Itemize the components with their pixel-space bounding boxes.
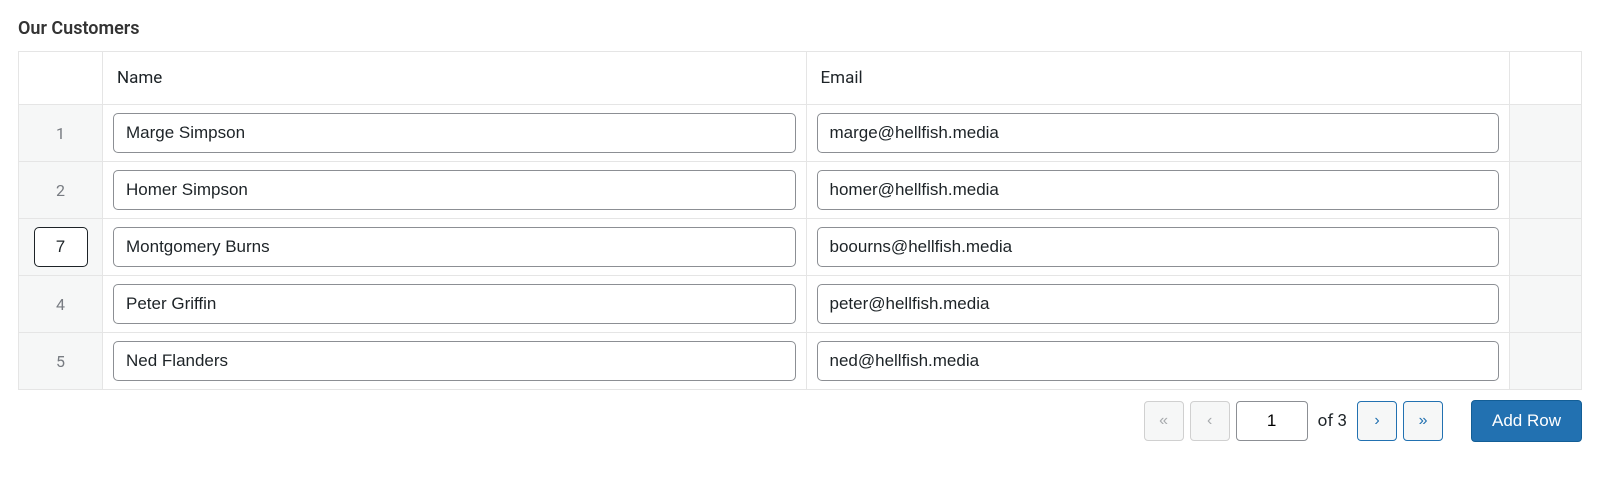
email-cell <box>806 333 1510 390</box>
table-row <box>19 219 1582 276</box>
row-index-label: 2 <box>56 181 65 200</box>
column-header-email: Email <box>806 52 1510 105</box>
row-index-input[interactable] <box>34 227 88 267</box>
table-row: 2 <box>19 162 1582 219</box>
table-row: 5 <box>19 333 1582 390</box>
email-cell <box>806 105 1510 162</box>
row-index-cell[interactable]: 5 <box>19 333 103 390</box>
name-input[interactable] <box>113 227 796 267</box>
name-cell <box>103 162 807 219</box>
row-index-label: 4 <box>56 295 65 314</box>
column-header-actions <box>1510 52 1582 105</box>
column-header-index <box>19 52 103 105</box>
email-cell <box>806 162 1510 219</box>
row-index-label: 5 <box>56 352 65 371</box>
section-title: Our Customers <box>18 18 1582 39</box>
name-input[interactable] <box>113 341 796 381</box>
email-input[interactable] <box>817 113 1500 153</box>
row-actions-cell[interactable] <box>1510 276 1582 333</box>
row-index-cell[interactable]: 1 <box>19 105 103 162</box>
page-last-button[interactable]: » <box>1403 401 1443 441</box>
name-input[interactable] <box>113 113 796 153</box>
row-actions-cell[interactable] <box>1510 219 1582 276</box>
page-next-button[interactable]: › <box>1357 401 1397 441</box>
column-header-name: Name <box>103 52 807 105</box>
email-input[interactable] <box>817 341 1500 381</box>
row-index-cell[interactable]: 4 <box>19 276 103 333</box>
email-input[interactable] <box>817 227 1500 267</box>
row-actions-cell[interactable] <box>1510 105 1582 162</box>
customers-table: Name Email 1 2 4 5 <box>18 51 1582 390</box>
name-cell <box>103 276 807 333</box>
name-input[interactable] <box>113 284 796 324</box>
page-of-text: of 3 <box>1314 411 1351 431</box>
row-actions-cell[interactable] <box>1510 162 1582 219</box>
row-index-cell[interactable]: 2 <box>19 162 103 219</box>
name-cell <box>103 219 807 276</box>
pagination: « ‹ of 3 › » <box>1144 401 1443 441</box>
add-row-button[interactable]: Add Row <box>1471 400 1582 442</box>
row-actions-cell[interactable] <box>1510 333 1582 390</box>
name-cell <box>103 333 807 390</box>
page-prev-button[interactable]: ‹ <box>1190 401 1230 441</box>
page-number-input[interactable] <box>1236 401 1308 441</box>
row-index-cell[interactable] <box>19 219 103 276</box>
page-first-button[interactable]: « <box>1144 401 1184 441</box>
email-cell <box>806 276 1510 333</box>
email-cell <box>806 219 1510 276</box>
table-row: 1 <box>19 105 1582 162</box>
email-input[interactable] <box>817 284 1500 324</box>
table-row: 4 <box>19 276 1582 333</box>
name-cell <box>103 105 807 162</box>
name-input[interactable] <box>113 170 796 210</box>
row-index-label: 1 <box>56 124 65 143</box>
email-input[interactable] <box>817 170 1500 210</box>
